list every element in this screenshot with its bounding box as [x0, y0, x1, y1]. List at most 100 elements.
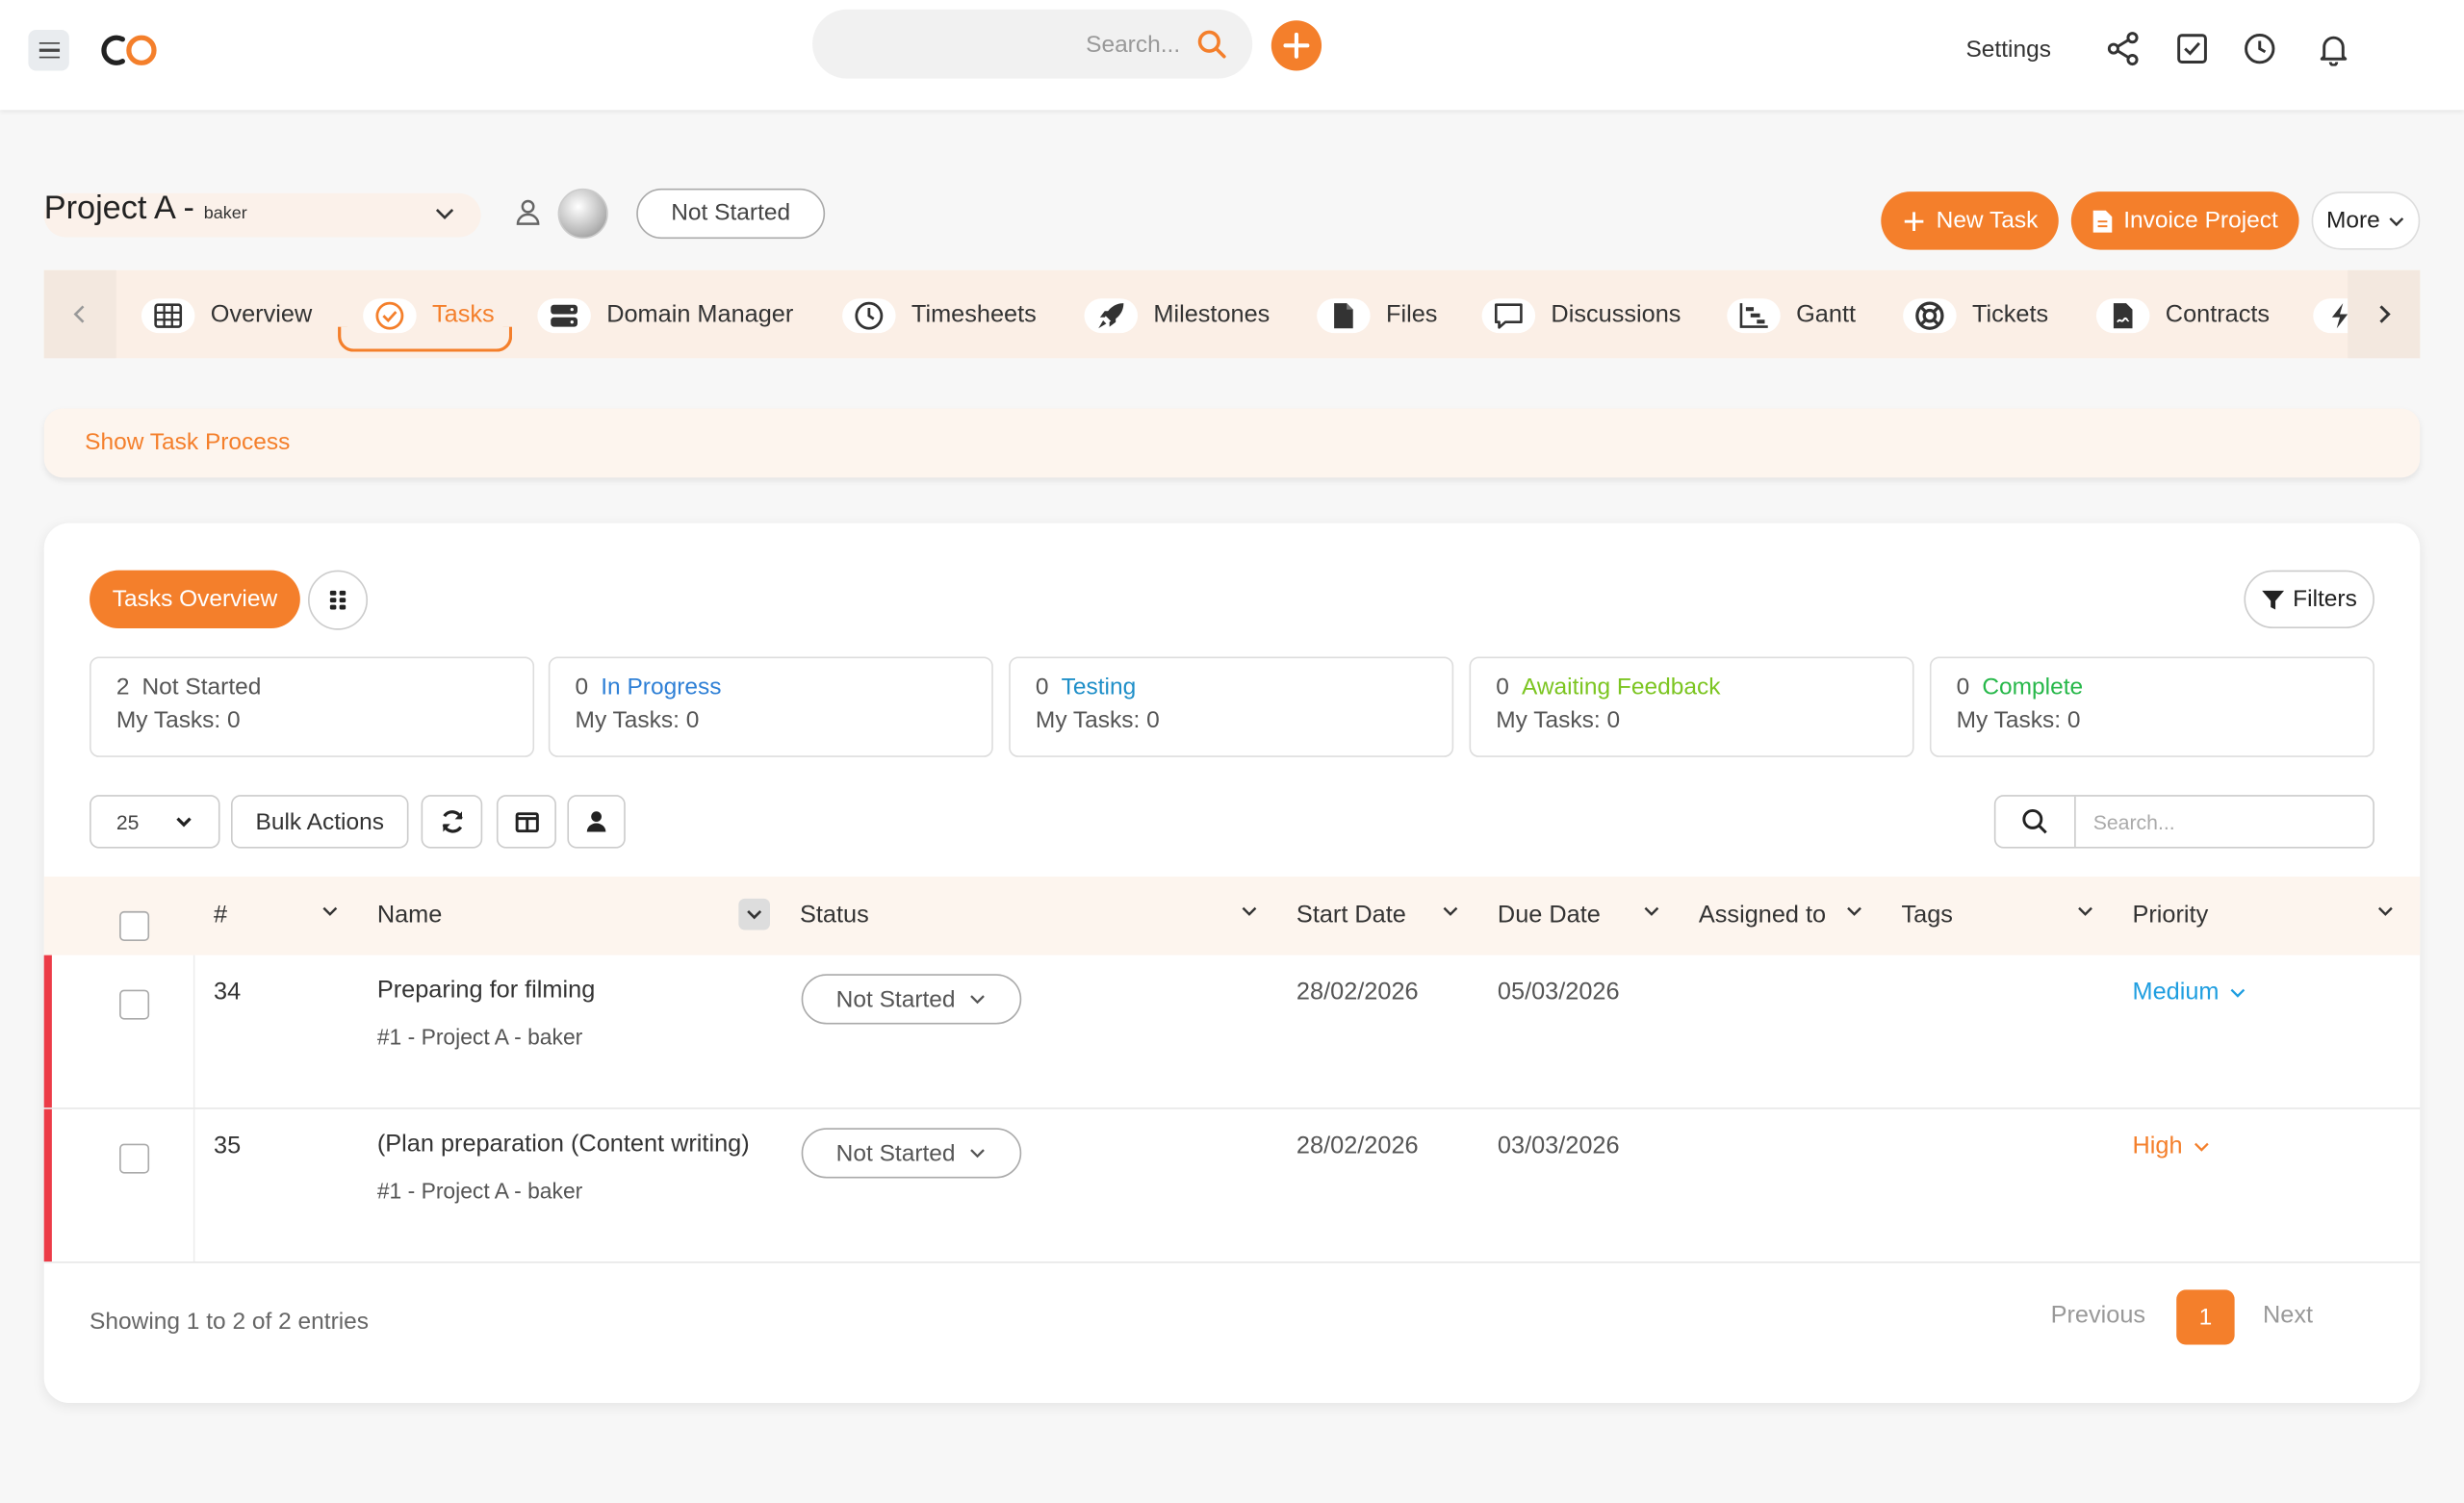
tab-contracts[interactable]: Contracts [2095, 293, 2271, 340]
table-search[interactable]: Search... [1993, 795, 2374, 849]
col-status[interactable]: Status [800, 902, 869, 930]
page-button-1[interactable]: 1 [2176, 1289, 2235, 1345]
stat-label: In Progress [601, 674, 722, 701]
chevron-down-icon[interactable] [2074, 901, 2096, 923]
task-status-dropdown[interactable]: Not Started [801, 974, 1022, 1025]
tab-tickets[interactable]: Tickets [1903, 293, 2048, 340]
new-task-button[interactable]: New Task [1881, 191, 2059, 250]
app-logo[interactable] [97, 28, 164, 72]
tab-milestones-label: Milestones [1153, 301, 1270, 329]
table-row[interactable]: 34 Preparing for filming #1 - Project A … [43, 955, 2421, 1109]
row-checkbox[interactable] [119, 1143, 150, 1174]
tab-gantt[interactable]: Gantt [1727, 293, 1856, 340]
chevron-down-icon[interactable] [319, 901, 341, 923]
col-name-sort[interactable] [738, 898, 770, 930]
chevron-down-icon[interactable] [1640, 901, 1662, 923]
more-label: More [2325, 207, 2380, 235]
col-id[interactable]: # [214, 902, 227, 930]
next-page-button[interactable]: Next [2263, 1302, 2313, 1330]
columns-toggle-button[interactable] [496, 795, 556, 849]
row-divider [192, 955, 195, 1108]
kanban-toggle-button[interactable] [307, 570, 369, 630]
overdue-flag [43, 955, 52, 1108]
tabs-scroll-right[interactable] [2348, 269, 2421, 359]
chevron-down-icon [2388, 217, 2403, 226]
col-name[interactable]: Name [377, 902, 443, 930]
checkbox-icon[interactable] [2175, 32, 2210, 66]
stat-awaiting-feedback[interactable]: 0 Awaiting Feedback My Tasks: 0 [1469, 656, 1914, 757]
quick-create-button[interactable] [1270, 20, 1322, 71]
select-all-checkbox[interactable] [119, 910, 150, 941]
row-checkbox[interactable] [119, 989, 150, 1020]
stat-label: Complete [1982, 674, 2084, 701]
stat-count: 0 [1956, 674, 1970, 701]
stat-complete[interactable]: 0 Complete My Tasks: 0 [1929, 656, 2374, 757]
stat-in-progress[interactable]: 0 In Progress My Tasks: 0 [548, 656, 993, 757]
avatar[interactable] [557, 188, 608, 240]
stat-my-tasks: My Tasks: 0 [575, 706, 700, 734]
task-priority-dropdown[interactable]: High [2133, 1133, 2211, 1160]
tab-files[interactable]: Files [1317, 293, 1437, 340]
chevron-down-icon[interactable] [434, 203, 456, 225]
chevron-down-icon[interactable] [1843, 901, 1865, 923]
invoice-project-button[interactable]: Invoice Project [2070, 191, 2299, 250]
col-priority[interactable]: Priority [2133, 902, 2209, 930]
task-status-dropdown[interactable]: Not Started [801, 1128, 1022, 1179]
top-navbar: Search... Settings [0, 0, 2464, 111]
tasks-overview-button[interactable]: Tasks Overview [90, 570, 300, 629]
task-project[interactable]: #1 - Project A - baker [377, 1024, 582, 1049]
tab-milestones[interactable]: Milestones [1084, 293, 1270, 340]
chevron-down-icon[interactable] [2374, 901, 2397, 923]
task-name[interactable]: (Plan preparation (Content writing) [377, 1132, 750, 1159]
tab-files-label: Files [1385, 301, 1438, 329]
search-icon[interactable] [1195, 28, 1227, 60]
user-icon[interactable] [514, 198, 542, 226]
col-tags[interactable]: Tags [1902, 902, 1953, 930]
stat-count: 0 [1035, 674, 1049, 701]
col-start-date[interactable]: Start Date [1296, 902, 1406, 930]
table-icon [154, 303, 183, 328]
chevron-down-icon[interactable] [1440, 901, 1462, 923]
refresh-button[interactable] [421, 795, 483, 849]
task-start-date: 28/02/2026 [1296, 1133, 1419, 1159]
global-search[interactable]: Search... [812, 9, 1253, 79]
comment-icon [1494, 303, 1523, 329]
stat-testing[interactable]: 0 Testing My Tasks: 0 [1009, 656, 1454, 757]
tab-timesheets[interactable]: Timesheets [842, 293, 1037, 340]
filters-button[interactable]: Filters [2244, 570, 2374, 629]
bulk-actions-button[interactable]: Bulk Actions [230, 795, 409, 849]
file-icon [1334, 303, 1353, 329]
col-due-date[interactable]: Due Date [1498, 902, 1601, 930]
page-length-select[interactable]: 25 [90, 795, 220, 849]
project-title: Project A - baker [44, 191, 247, 228]
settings-link[interactable]: Settings [1965, 37, 2050, 64]
task-start-date: 28/02/2026 [1296, 979, 1419, 1006]
columns-icon [514, 811, 539, 832]
bell-icon[interactable] [2317, 32, 2351, 66]
clock-icon[interactable] [2243, 32, 2277, 66]
table-row[interactable]: 35 (Plan preparation (Content writing) #… [43, 1108, 2421, 1263]
menu-icon[interactable] [28, 30, 69, 71]
chevron-down-icon[interactable] [1239, 901, 1261, 923]
my-tasks-button[interactable] [567, 795, 626, 849]
stat-not-started[interactable]: 2 Not Started My Tasks: 0 [90, 656, 535, 757]
previous-page-button[interactable]: Previous [2051, 1302, 2145, 1330]
col-assigned-to[interactable]: Assigned to [1699, 902, 1826, 930]
tab-overview-label: Overview [210, 301, 313, 329]
tab-gantt-label: Gantt [1796, 301, 1857, 329]
more-button[interactable]: More [2311, 191, 2421, 250]
tab-domain-manager[interactable]: Domain Manager [537, 293, 793, 340]
tab-overview[interactable]: Overview [141, 293, 312, 340]
user-icon [586, 811, 606, 832]
task-name[interactable]: Preparing for filming [377, 978, 595, 1006]
tab-discussions[interactable]: Discussions [1481, 293, 1681, 340]
task-project[interactable]: #1 - Project A - baker [377, 1178, 582, 1203]
tabs-scroll-left[interactable] [43, 269, 116, 359]
rocket-icon [1098, 303, 1124, 329]
stat-count: 2 [116, 674, 130, 701]
share-icon[interactable] [2106, 32, 2141, 66]
table-search-placeholder[interactable]: Search... [2076, 797, 2193, 847]
task-priority-dropdown[interactable]: Medium [2133, 979, 2247, 1006]
tab-contracts-label: Contracts [2165, 301, 2271, 329]
show-task-process[interactable]: Show Task Process [43, 408, 2421, 478]
